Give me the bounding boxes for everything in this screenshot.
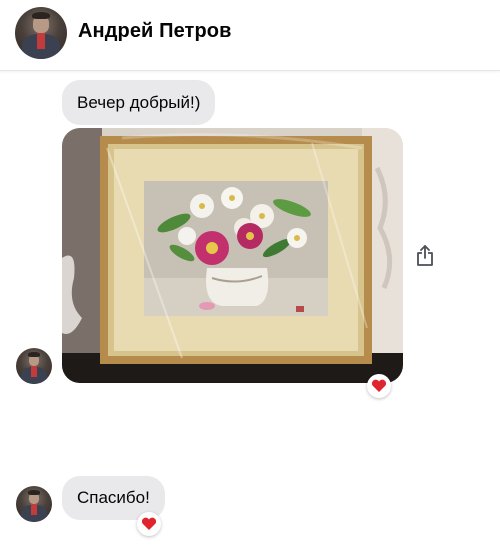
heart-icon: [371, 379, 387, 392]
sender-avatar[interactable]: [16, 486, 52, 522]
contact-avatar[interactable]: [15, 7, 67, 59]
chat-header: Андрей Петров: [0, 0, 500, 71]
heart-icon: [141, 517, 157, 530]
reaction-badge[interactable]: [367, 374, 391, 398]
chat-screen: Андрей Петров Вечер добрый!) Спасибо!: [0, 0, 500, 557]
message-bubble[interactable]: Вечер добрый!): [62, 80, 216, 125]
share-icon: [417, 245, 433, 266]
contact-name[interactable]: Андрей Петров: [78, 20, 231, 43]
photo-message[interactable]: [62, 128, 403, 383]
sender-avatar[interactable]: [16, 348, 52, 384]
reaction-badge[interactable]: [137, 512, 161, 536]
framed-painting-image: [62, 128, 403, 383]
share-button[interactable]: [412, 243, 438, 269]
